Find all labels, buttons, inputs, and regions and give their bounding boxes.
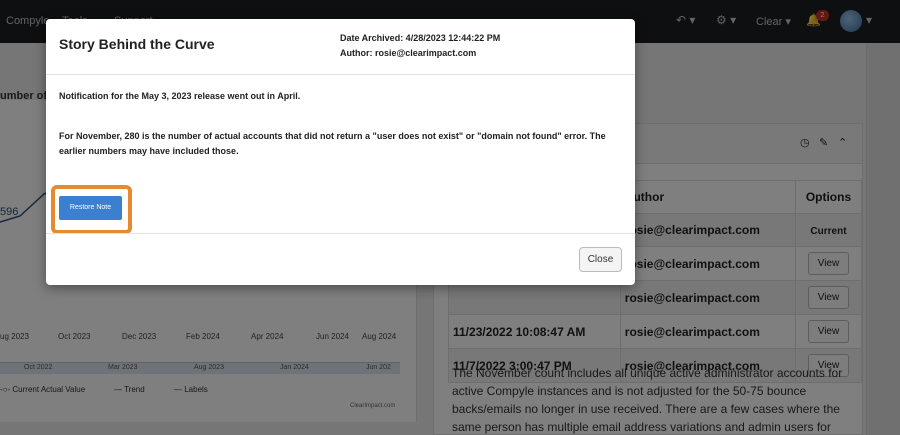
restore-note-button[interactable]: Restore Note	[59, 196, 122, 220]
date-archived: Date Archived: 4/28/2023 12:44:22 PM	[340, 33, 501, 43]
archived-note-modal: Story Behind the Curve Date Archived: 4/…	[46, 19, 635, 285]
note-paragraph: For November, 280 is the number of actua…	[59, 131, 606, 156]
divider	[46, 233, 635, 234]
close-button[interactable]: Close	[579, 247, 622, 272]
divider	[46, 74, 635, 75]
archived-author: Author: rosie@clearimpact.com	[340, 48, 477, 58]
modal-title: Story Behind the Curve	[59, 36, 215, 52]
note-paragraph: Notification for the May 3, 2023 release…	[59, 91, 301, 101]
